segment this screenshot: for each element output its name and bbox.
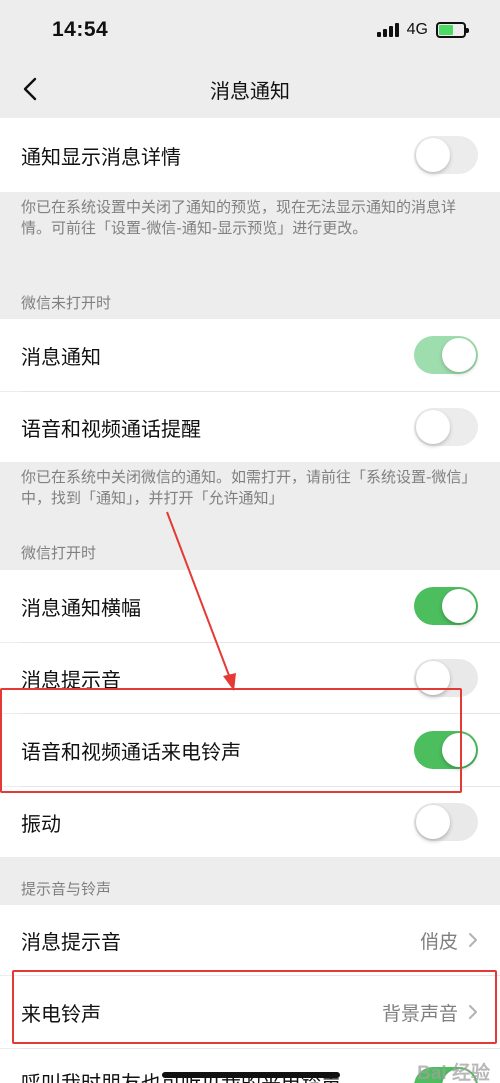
watermark-logo: Bai 经验 [417,1063,490,1083]
red-arrow-annotation [166,511,236,691]
home-indicator[interactable] [162,1072,340,1078]
